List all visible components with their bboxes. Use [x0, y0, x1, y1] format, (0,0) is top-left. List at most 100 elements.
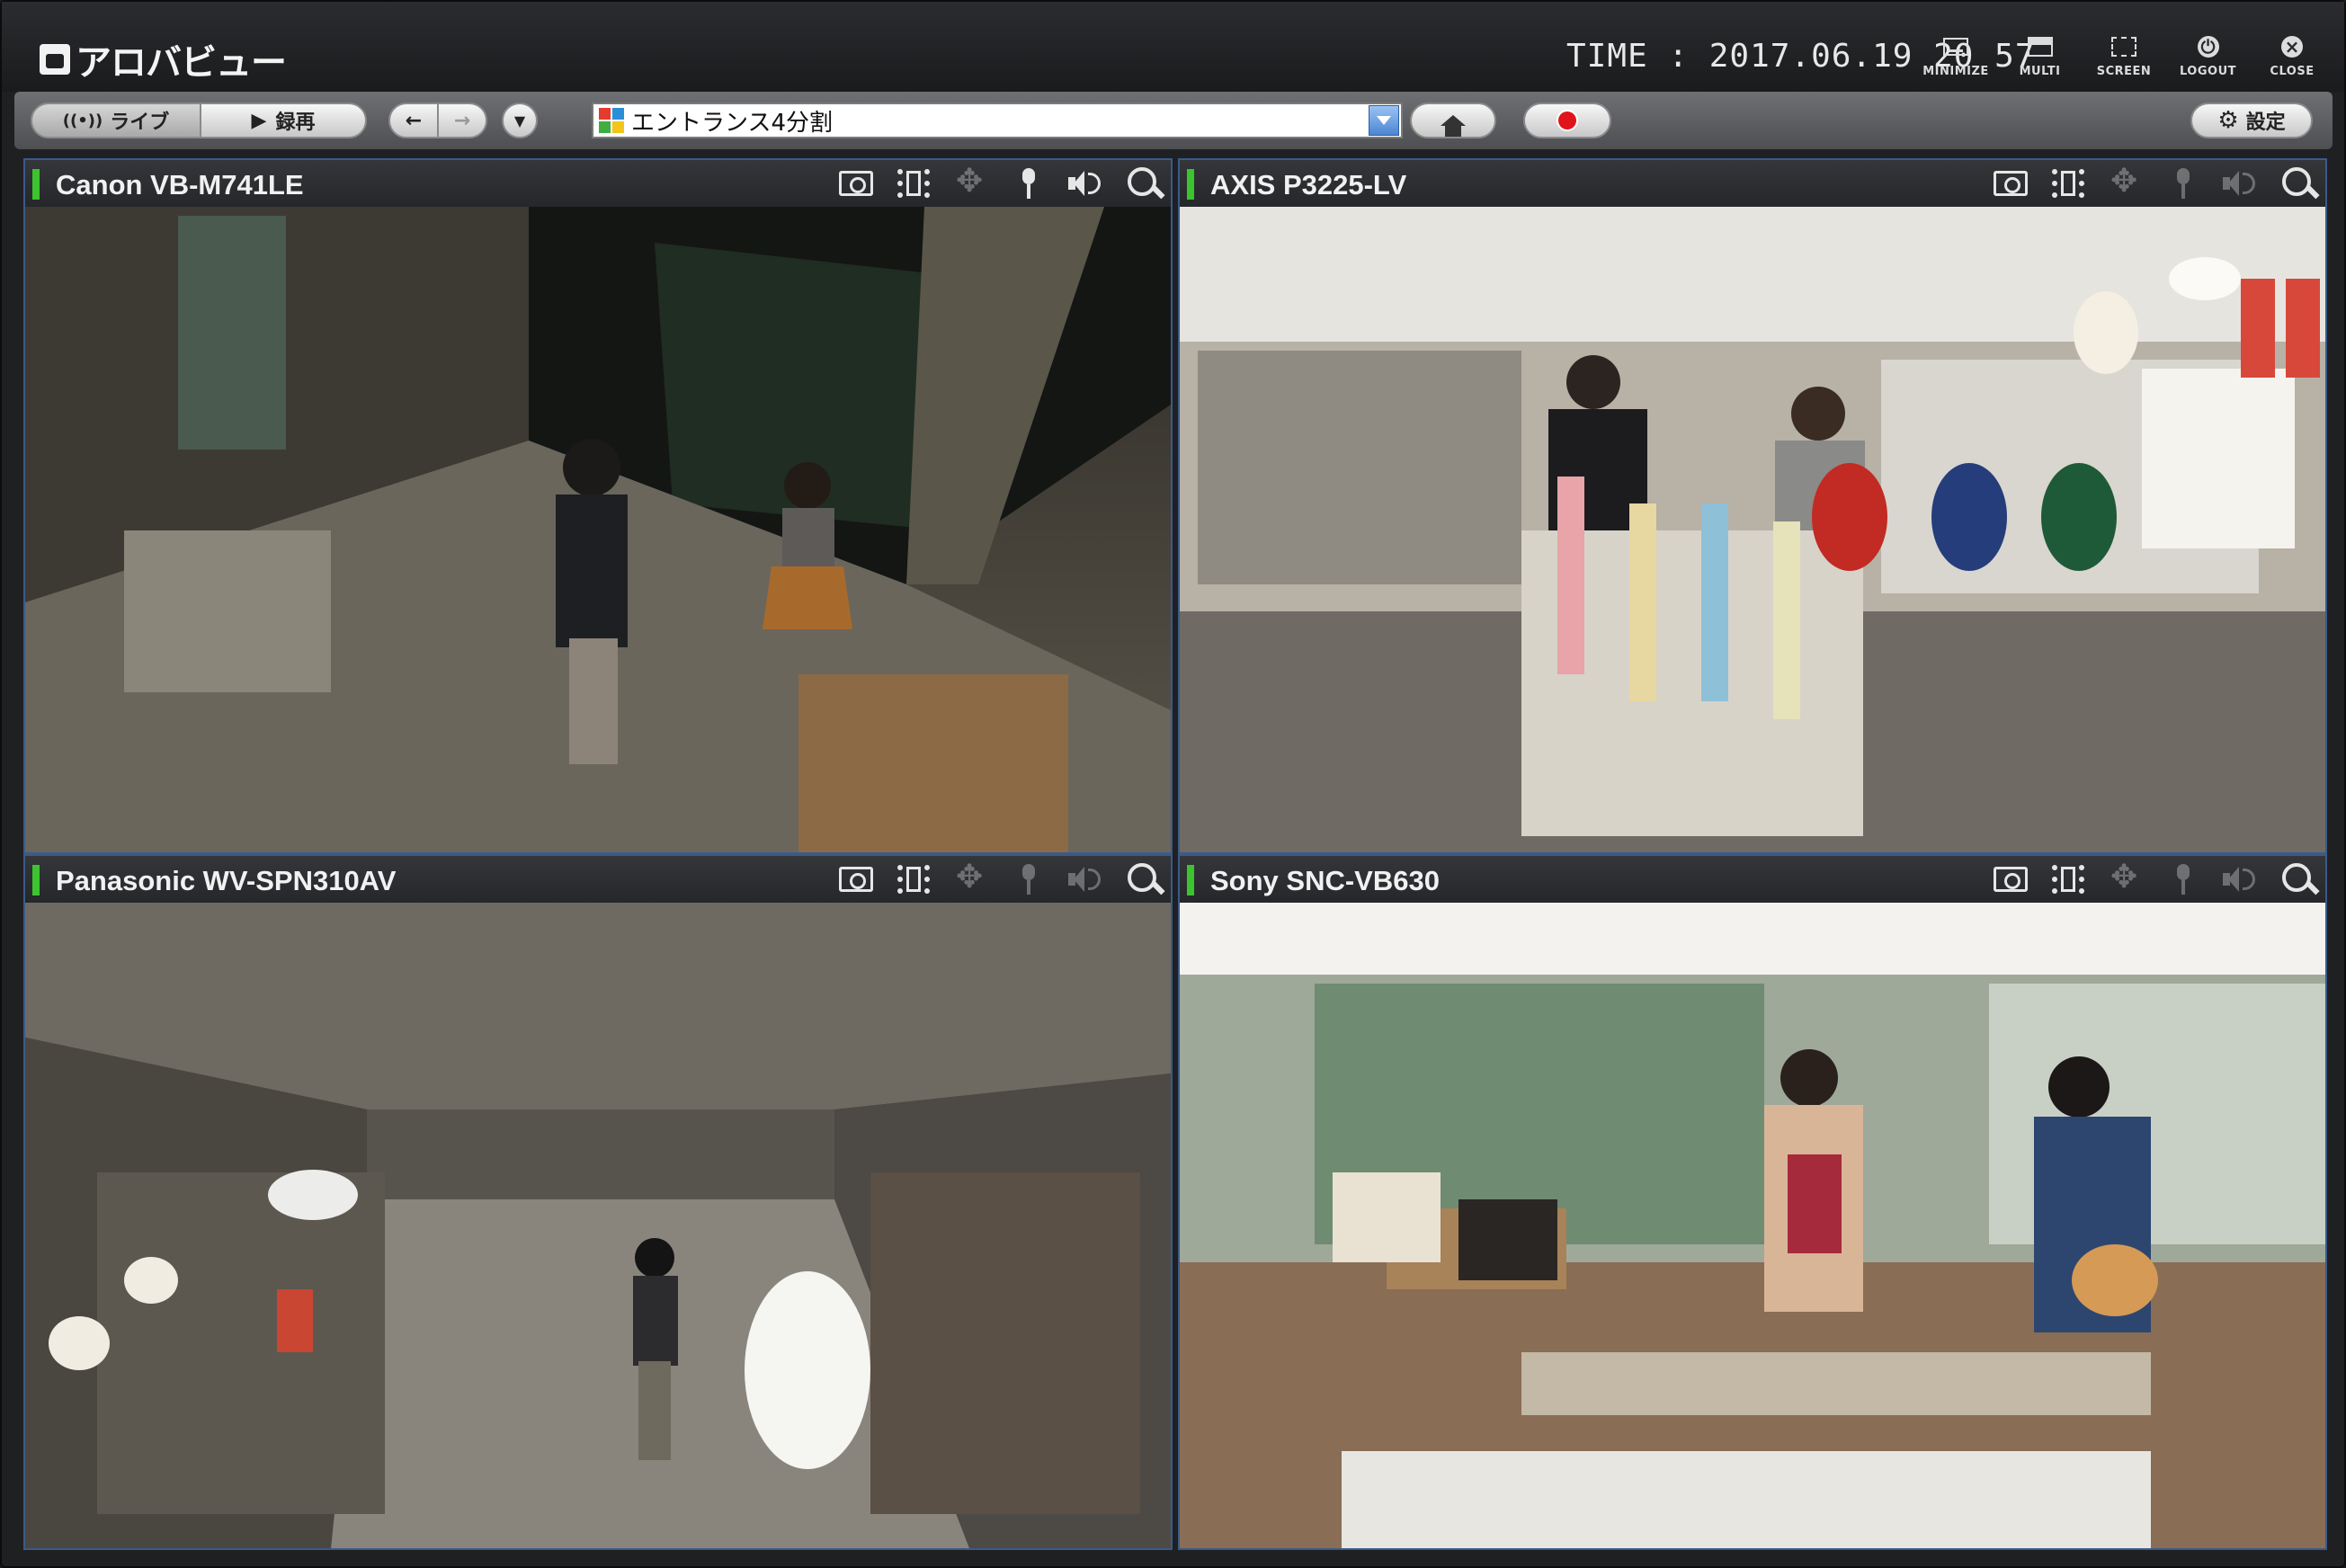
active-indicator	[1187, 865, 1194, 895]
microphone-icon	[2177, 168, 2190, 199]
live-label: ライブ	[110, 111, 170, 134]
forward-button[interactable]: →	[437, 102, 487, 138]
history-dropdown-button[interactable]: ▼	[502, 102, 538, 138]
active-indicator	[1187, 169, 1194, 200]
logout-label: LOGOUT	[2179, 65, 2237, 78]
close-label: CLOSE	[2270, 65, 2315, 78]
zoom-button[interactable]	[1124, 861, 1164, 897]
speaker-button[interactable]	[1066, 861, 1106, 897]
close-icon: ×	[2281, 36, 2303, 58]
camera-feed[interactable]	[25, 903, 1171, 1548]
camera-title: AXIS P3225-LV	[1210, 169, 1407, 200]
speaker-icon	[2223, 865, 2259, 894]
playback-mode-button[interactable]: ▶ 録再	[200, 102, 367, 138]
camera-feed-image	[25, 207, 1171, 852]
microphone-icon	[1022, 864, 1035, 895]
live-mode-button[interactable]: ((•)) ライブ	[31, 102, 201, 138]
window-buttons: MINIMIZE MULTI SCREEN ⏻ LOGOUT × CLOSE	[1917, 34, 2331, 85]
screen-button[interactable]: SCREEN	[2085, 34, 2163, 85]
close-button[interactable]: × CLOSE	[2253, 34, 2331, 85]
logout-icon: ⏻	[2197, 36, 2219, 58]
title-bar: アロバビュー TIME : 2017.06.19 20 57 MINIMIZE …	[2, 2, 2344, 92]
snapshot-button[interactable]	[836, 165, 876, 201]
speaker-button[interactable]	[2221, 165, 2261, 201]
speaker-button[interactable]	[2221, 861, 2261, 897]
play-icon: ▶	[251, 109, 267, 132]
camera-pane-4[interactable]: Sony SNC-VB630	[1178, 854, 2327, 1550]
layout-select-value: エントランス4分割	[631, 109, 834, 137]
camera-feed[interactable]	[25, 207, 1171, 852]
camera-feed[interactable]	[1180, 903, 2325, 1548]
camera-icon	[839, 867, 873, 892]
layout-grid-icon	[599, 108, 624, 133]
playback-label: 録再	[275, 111, 316, 134]
arrow-right-icon: →	[453, 109, 471, 132]
snapshot-button[interactable]	[1991, 165, 2030, 201]
camera-pane-1[interactable]: Canon VB-M741LE	[23, 158, 1173, 854]
active-indicator	[32, 169, 40, 200]
snapshot-button[interactable]	[1991, 861, 2030, 897]
move-icon	[2110, 163, 2141, 200]
record-button[interactable]	[1523, 102, 1611, 138]
camera-pane-3[interactable]: Panasonic WV-SPN310AV	[23, 854, 1173, 1550]
film-icon	[897, 865, 930, 894]
snapshot-button[interactable]	[836, 861, 876, 897]
multi-label: MULTI	[2019, 65, 2061, 78]
ptz-button[interactable]	[951, 859, 991, 897]
camera-header: Panasonic WV-SPN310AV	[25, 856, 1171, 903]
back-button[interactable]: ←	[388, 102, 439, 138]
camera-tools	[836, 859, 1164, 897]
logout-button[interactable]: ⏻ LOGOUT	[2170, 34, 2247, 85]
microphone-icon	[1022, 168, 1035, 199]
camera-tools	[1991, 859, 2318, 897]
camera-header: AXIS P3225-LV	[1180, 160, 2325, 207]
logo-icon	[40, 44, 70, 75]
microphone-icon	[2177, 864, 2190, 895]
ptz-button[interactable]	[951, 163, 991, 201]
mic-button[interactable]	[2163, 861, 2203, 897]
record-clip-button[interactable]	[2048, 861, 2088, 897]
search-icon	[1128, 863, 1160, 895]
minimize-icon	[1943, 38, 1968, 56]
record-clip-button[interactable]	[894, 861, 933, 897]
record-clip-button[interactable]	[2048, 165, 2088, 201]
zoom-button[interactable]	[2279, 861, 2318, 897]
film-icon	[2052, 169, 2084, 198]
app-window: アロバビュー TIME : 2017.06.19 20 57 MINIMIZE …	[0, 0, 2346, 1568]
camera-pane-2[interactable]: AXIS P3225-LV	[1178, 158, 2327, 854]
mic-button[interactable]	[1009, 861, 1048, 897]
camera-feed[interactable]	[1180, 207, 2325, 852]
mic-button[interactable]	[2163, 165, 2203, 201]
speaker-icon	[2223, 169, 2259, 198]
screen-label: SCREEN	[2096, 65, 2152, 78]
search-icon	[2282, 167, 2315, 200]
record-clip-button[interactable]	[894, 165, 933, 201]
gear-icon: ⚙	[2217, 107, 2239, 134]
speaker-button[interactable]	[1066, 165, 1106, 201]
camera-icon	[839, 171, 873, 196]
camera-feed-image	[1180, 903, 2325, 1548]
layout-select[interactable]: エントランス4分割	[592, 102, 1403, 138]
camera-icon	[1994, 171, 2028, 196]
home-button[interactable]	[1410, 102, 1496, 138]
arrow-left-icon: ←	[405, 109, 423, 132]
zoom-button[interactable]	[1124, 165, 1164, 201]
multi-button[interactable]: MULTI	[2002, 34, 2079, 85]
record-icon	[1558, 111, 1576, 129]
dropdown-arrow-icon[interactable]	[1369, 105, 1399, 136]
minimize-label: MINIMIZE	[1922, 65, 1989, 78]
search-icon	[2282, 863, 2315, 895]
multi-icon	[2027, 37, 2053, 57]
app-logo-text: アロバビュー	[76, 42, 287, 84]
settings-label: 設定	[2245, 111, 2286, 134]
film-icon	[897, 169, 930, 198]
ptz-button[interactable]	[2106, 859, 2145, 897]
app-logo: アロバビュー	[40, 40, 287, 84]
ptz-button[interactable]	[2106, 163, 2145, 201]
chevron-down-icon: ▼	[513, 111, 526, 129]
minimize-button[interactable]: MINIMIZE	[1917, 34, 1994, 85]
zoom-button[interactable]	[2279, 165, 2318, 201]
screen-icon	[2111, 37, 2136, 57]
mic-button[interactable]	[1009, 165, 1048, 201]
settings-button[interactable]: ⚙ 設定	[2190, 102, 2313, 138]
